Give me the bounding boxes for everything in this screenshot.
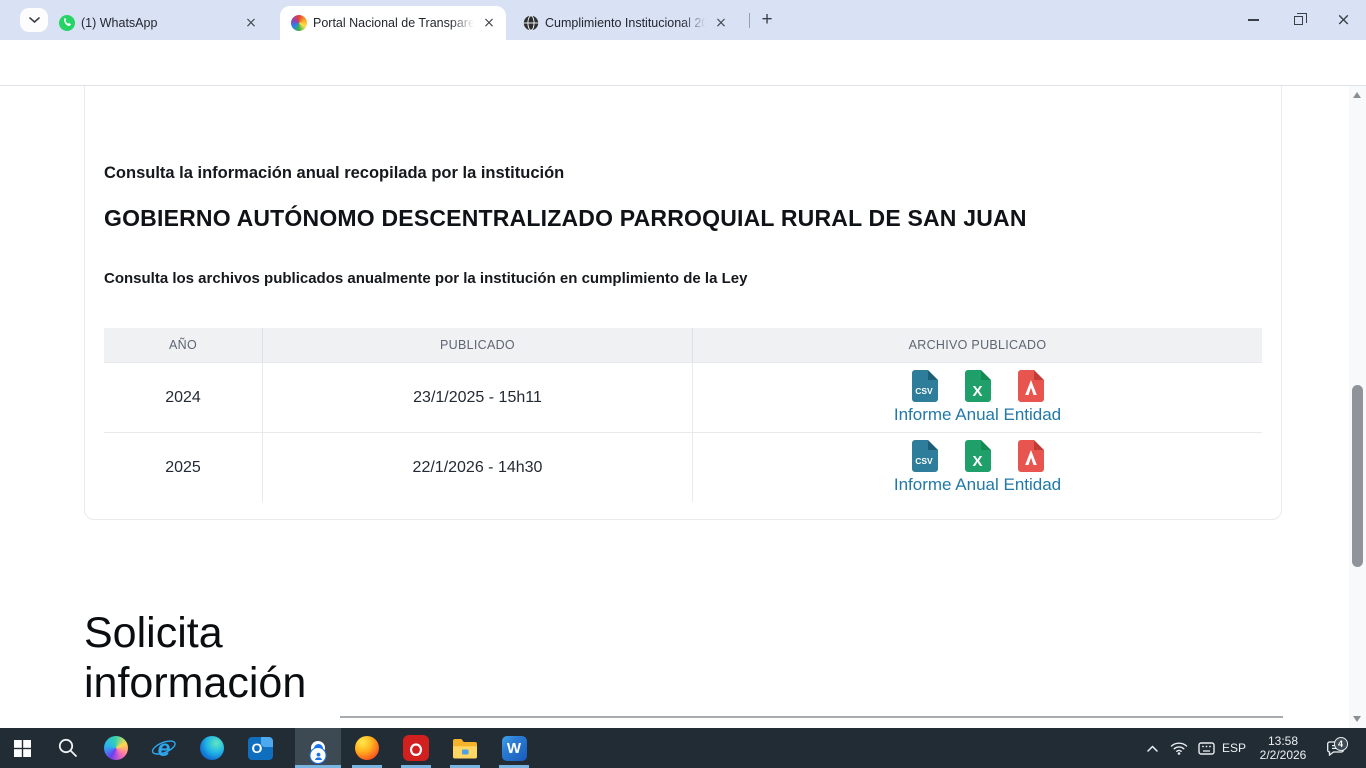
tray-network-button[interactable] xyxy=(1166,728,1192,768)
browser-titlebar: (1) WhatsApp × Portal Nacional de Transp… xyxy=(0,0,1366,40)
svg-text:CSV: CSV xyxy=(915,456,933,466)
chrome-profile-badge-icon xyxy=(310,747,327,764)
tab-cumplimiento[interactable]: Cumplimiento Institucional 202 × xyxy=(512,6,738,40)
browser-toolbar: ← → transparencia.dpe.gob.ec/entidades/4… xyxy=(0,40,1366,86)
published-cell: 23/1/2025 - 15h11 xyxy=(263,363,693,432)
subtitle-text: Consulta los archivos publicados anualme… xyxy=(104,270,747,287)
taskbar-word-button[interactable]: W xyxy=(494,728,534,768)
informe-anual-link[interactable]: Informe Anual Entidad xyxy=(894,475,1061,495)
clock-date: 2/2/2026 xyxy=(1260,748,1307,763)
edge-icon xyxy=(200,736,224,760)
annual-files-table: AÑO PUBLICADO ARCHIVO PUBLICADO 2024 23/… xyxy=(104,328,1262,502)
year-cell: 2024 xyxy=(104,363,263,432)
internet-explorer-icon: e xyxy=(151,735,177,761)
tab-close-icon[interactable]: × xyxy=(242,14,260,32)
close-window-button[interactable]: × xyxy=(1321,0,1366,40)
table-header-row: AÑO PUBLICADO ARCHIVO PUBLICADO xyxy=(104,328,1262,362)
tab-title: Portal Nacional de Transparenci xyxy=(313,16,474,30)
column-header-year: AÑO xyxy=(104,328,263,362)
taskbar-outlook-button[interactable]: O xyxy=(240,728,280,768)
column-header-file: ARCHIVO PUBLICADO xyxy=(693,328,1262,362)
pdf-file-icon[interactable] xyxy=(1018,370,1044,402)
excel-file-icon[interactable]: X xyxy=(965,370,991,402)
file-explorer-icon xyxy=(452,738,478,759)
word-icon: W xyxy=(502,736,527,761)
whatsapp-icon xyxy=(58,15,75,32)
svg-text:X: X xyxy=(972,453,982,470)
files-cell: CSV X Informe Anual Entidad xyxy=(693,433,1262,502)
published-cell: 22/1/2026 - 14h30 xyxy=(263,433,693,502)
informe-anual-link[interactable]: Informe Anual Entidad xyxy=(894,405,1061,425)
window-controls: × xyxy=(1231,0,1366,40)
pdf-file-icon[interactable] xyxy=(1018,440,1044,472)
search-icon xyxy=(57,737,79,759)
windows-taskbar: e O W xyxy=(0,728,1366,768)
chrome-icon xyxy=(305,735,331,761)
restore-icon xyxy=(1294,16,1303,25)
column-header-published: PUBLICADO xyxy=(263,328,693,362)
table-row: 2025 22/1/2026 - 14h30 CSV X Informe Anu… xyxy=(104,432,1262,502)
firefox-icon xyxy=(355,736,379,760)
page-scrollbar[interactable] xyxy=(1349,86,1366,728)
outlook-icon: O xyxy=(248,737,273,760)
taskbar-acrobat-button[interactable] xyxy=(396,728,436,768)
svg-text:X: X xyxy=(972,383,982,400)
close-icon: × xyxy=(1336,12,1350,29)
page-content: Consulta la información anual recopilada… xyxy=(0,86,1349,728)
year-cell: 2025 xyxy=(104,433,263,502)
portal-favicon-icon xyxy=(290,15,307,32)
minimize-button[interactable] xyxy=(1231,0,1276,40)
tab-separator xyxy=(749,13,750,28)
touch-keyboard-icon xyxy=(1198,742,1215,755)
minimize-icon xyxy=(1248,19,1259,21)
taskbar-file-explorer-button[interactable] xyxy=(445,728,485,768)
acrobat-icon xyxy=(403,735,429,761)
table-row: 2024 23/1/2025 - 15h11 CSV X Informe Anu… xyxy=(104,362,1262,432)
tab-search-button[interactable] xyxy=(20,8,48,32)
globe-icon xyxy=(522,15,539,32)
restore-button[interactable] xyxy=(1276,0,1321,40)
taskbar-search-button[interactable] xyxy=(48,728,88,768)
request-info-heading: Solicita información xyxy=(84,608,344,708)
tab-title: Cumplimiento Institucional 202 xyxy=(545,16,706,30)
tab-close-icon[interactable]: × xyxy=(480,14,498,32)
csv-file-icon[interactable]: CSV xyxy=(912,440,938,472)
wifi-icon xyxy=(1170,741,1188,755)
excel-file-icon[interactable]: X xyxy=(965,440,991,472)
taskbar-chrome-button[interactable] xyxy=(298,728,338,768)
copilot-icon xyxy=(104,736,128,760)
taskbar-firefox-button[interactable] xyxy=(347,728,387,768)
tray-clock-button[interactable]: 13:58 2/2/2026 xyxy=(1250,728,1316,768)
tab-portal-transparencia[interactable]: Portal Nacional de Transparenci × xyxy=(280,6,506,40)
start-button[interactable] xyxy=(2,728,42,768)
scrollbar-down-arrow-icon[interactable] xyxy=(1353,716,1361,722)
entity-title: GOBIERNO AUTÓNOMO DESCENTRALIZADO PARROQ… xyxy=(104,205,1027,232)
taskbar-internet-explorer-button[interactable]: e xyxy=(144,728,184,768)
tray-touch-keyboard-button[interactable] xyxy=(1193,728,1219,768)
csv-file-icon[interactable]: CSV xyxy=(912,370,938,402)
taskbar-edge-button[interactable] xyxy=(192,728,232,768)
svg-text:CSV: CSV xyxy=(915,386,933,396)
scrollbar-up-arrow-icon[interactable] xyxy=(1353,92,1361,98)
notification-count-badge: 4 xyxy=(1334,737,1348,751)
intro-text: Consulta la información anual recopilada… xyxy=(104,164,564,183)
files-cell: CSV X Informe Anual Entidad xyxy=(693,363,1262,432)
tray-show-hidden-icons-button[interactable] xyxy=(1140,728,1164,768)
tray-notifications-button[interactable]: 4 xyxy=(1320,728,1352,768)
chevron-up-icon xyxy=(1147,745,1158,752)
windows-logo-icon xyxy=(14,740,31,757)
section-divider xyxy=(340,716,1283,718)
new-tab-button[interactable]: + xyxy=(754,8,780,32)
taskbar-copilot-button[interactable] xyxy=(96,728,136,768)
clock-time: 13:58 xyxy=(1268,734,1298,749)
scrollbar-thumb[interactable] xyxy=(1352,385,1363,567)
tab-close-icon[interactable]: × xyxy=(712,14,730,32)
tab-title: (1) WhatsApp xyxy=(81,16,236,30)
chevron-down-icon xyxy=(29,17,40,23)
tray-language-button[interactable]: ESP xyxy=(1219,728,1249,768)
tab-whatsapp[interactable]: (1) WhatsApp × xyxy=(48,6,268,40)
